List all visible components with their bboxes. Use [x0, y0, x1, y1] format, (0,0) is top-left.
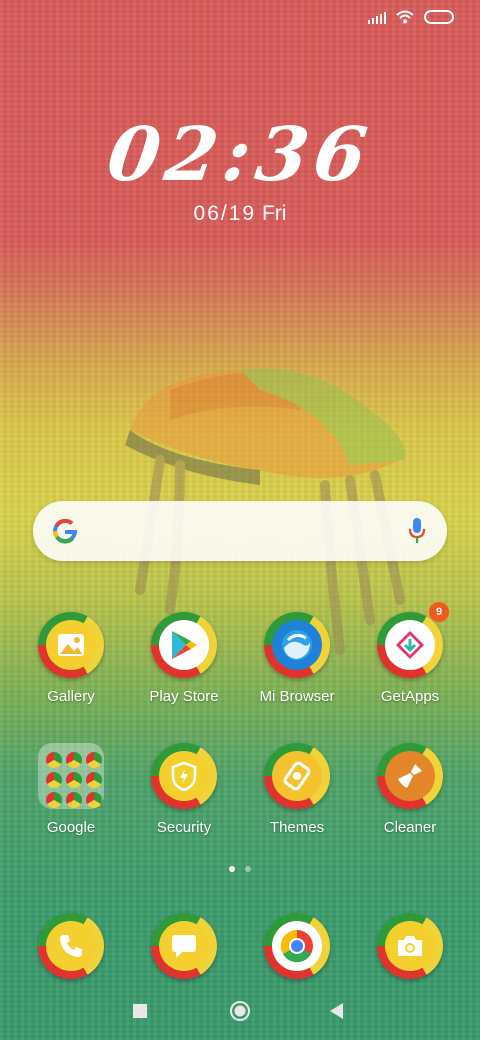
app-label: Security [156, 819, 212, 836]
app-label: Themes [269, 819, 325, 836]
dock-chrome[interactable] [242, 913, 352, 979]
back-icon[interactable] [330, 1003, 344, 1019]
clock-date[interactable]: 06/19 Fri [0, 202, 480, 226]
app-label: GetApps [380, 688, 440, 705]
folder-google[interactable]: Google [16, 743, 126, 836]
mi-browser-icon [272, 620, 322, 670]
app-label: Google [46, 819, 96, 836]
google-g-icon [53, 518, 78, 544]
app-label: Mi Browser [259, 688, 335, 705]
app-play-store[interactable]: Play Store [129, 612, 239, 705]
google-search-bar[interactable] [33, 501, 447, 561]
app-getapps[interactable]: 9 GetApps [355, 602, 465, 705]
app-mi-browser[interactable]: Mi Browser [242, 612, 352, 705]
app-themes[interactable]: Themes [242, 743, 352, 836]
phone-icon [46, 921, 96, 971]
security-icon [159, 751, 209, 801]
battery-icon [424, 10, 454, 24]
notification-badge: 9 [429, 602, 449, 622]
cleaner-icon [385, 751, 435, 801]
gallery-icon [46, 620, 96, 670]
app-gallery[interactable]: Gallery [16, 612, 126, 705]
play-store-icon [159, 620, 209, 670]
app-label: Cleaner [383, 819, 437, 836]
dock-phone[interactable] [16, 913, 126, 979]
clock-time[interactable]: 02:36 [0, 112, 480, 198]
page-indicator[interactable] [0, 866, 480, 872]
status-bar [368, 10, 454, 24]
page-dot [245, 866, 251, 872]
date-text: 06/19 [193, 202, 257, 225]
recents-icon[interactable] [133, 1004, 147, 1018]
wifi-icon [396, 10, 414, 24]
app-cleaner[interactable]: Cleaner [355, 743, 465, 836]
camera-icon [385, 921, 435, 971]
page-dot-active [229, 866, 235, 872]
themes-icon [272, 751, 322, 801]
navigation-bar [0, 994, 480, 1028]
dock-messages[interactable] [129, 913, 239, 979]
dock-camera[interactable] [355, 913, 465, 979]
signal-icon [368, 11, 386, 24]
microphone-icon[interactable] [407, 517, 427, 545]
messages-icon [159, 921, 209, 971]
chrome-icon [272, 921, 322, 971]
app-label: Gallery [47, 688, 95, 705]
getapps-icon [385, 620, 435, 670]
google-folder-icon [38, 743, 104, 809]
app-security[interactable]: Security [129, 743, 239, 836]
home-icon[interactable] [229, 1000, 251, 1022]
day-text: Fri [261, 202, 287, 225]
app-label: Play Store [149, 688, 219, 705]
